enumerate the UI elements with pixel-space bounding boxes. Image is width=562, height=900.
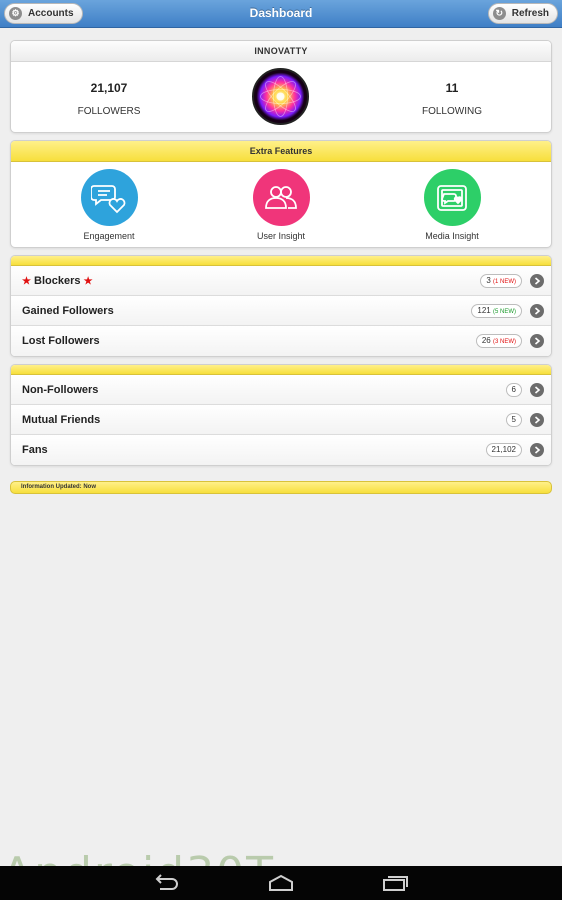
chevron-right-icon bbox=[530, 274, 544, 288]
media-insight-label: Media Insight bbox=[425, 231, 479, 241]
list-item-non-followers[interactable]: Non-Followers 6 bbox=[11, 375, 551, 405]
chevron-right-icon bbox=[530, 383, 544, 397]
chat-heart-icon bbox=[80, 169, 138, 226]
count-badge: 26 (3 NEW) bbox=[475, 334, 522, 348]
followers-stat[interactable]: 21,107 FOLLOWERS bbox=[49, 81, 169, 117]
engagement-label: Engagement bbox=[83, 231, 135, 241]
user-insight-label: User Insight bbox=[256, 231, 306, 241]
badge-new: (3 NEW) bbox=[493, 339, 516, 345]
following-label: FOLLOWING bbox=[421, 106, 482, 117]
non-followers-label: Non-Followers bbox=[22, 384, 99, 396]
refresh-label: Refresh bbox=[511, 8, 549, 19]
info-updated-bar: Information Updated: Now bbox=[10, 481, 552, 494]
extra-features-title: Extra Features bbox=[11, 141, 551, 162]
list-item-blockers[interactable]: ★ Blockers ★ 3 (1 NEW) bbox=[11, 266, 551, 296]
followers-list-group: ★ Blockers ★ 3 (1 NEW) Gained Followers … bbox=[10, 255, 552, 357]
chevron-right-icon bbox=[530, 443, 544, 457]
following-stat[interactable]: 11 FOLLOWING bbox=[392, 81, 512, 117]
refresh-icon: ↻ bbox=[492, 7, 506, 20]
profile-card: INNOVATTY 21,107 FOLLOWERS 11 FOLLOWING bbox=[10, 40, 552, 133]
blockers-text: Blockers bbox=[34, 275, 81, 287]
list-item-lost-followers[interactable]: Lost Followers 26 (3 NEW) bbox=[11, 326, 551, 356]
system-nav-bar bbox=[0, 866, 562, 900]
username: INNOVATTY bbox=[11, 41, 551, 62]
star-icon: ★ bbox=[22, 276, 31, 287]
count-badge: 5 bbox=[505, 413, 522, 427]
followers-count: 21,107 bbox=[90, 81, 128, 95]
followers-label: FOLLOWERS bbox=[77, 106, 141, 117]
group-header-band bbox=[11, 256, 551, 266]
count-badge: 3 (1 NEW) bbox=[480, 274, 522, 288]
avatar bbox=[252, 68, 309, 125]
media-insight-feature[interactable]: Media Insight bbox=[392, 169, 512, 241]
count-badge: 121 (5 NEW) bbox=[471, 304, 522, 318]
chevron-right-icon bbox=[530, 413, 544, 427]
group-header-band bbox=[11, 365, 551, 375]
users-icon bbox=[252, 169, 310, 226]
list-item-fans[interactable]: Fans 21,102 bbox=[11, 435, 551, 465]
badge-new: (5 NEW) bbox=[493, 309, 516, 315]
refresh-button[interactable]: ↻ Refresh bbox=[487, 3, 558, 24]
user-insight-feature[interactable]: User Insight bbox=[221, 169, 341, 241]
extra-features-card: Extra Features Engagement User Insight M… bbox=[10, 140, 552, 248]
gained-followers-label: Gained Followers bbox=[22, 305, 114, 317]
star-icon: ★ bbox=[83, 276, 93, 287]
count-badge: 6 bbox=[505, 383, 522, 397]
page-title: Dashboard bbox=[249, 6, 313, 20]
count-badge: 21,102 bbox=[485, 443, 522, 457]
list-item-mutual-friends[interactable]: Mutual Friends 5 bbox=[11, 405, 551, 435]
mutual-friends-label: Mutual Friends bbox=[22, 414, 101, 426]
engagement-feature[interactable]: Engagement bbox=[49, 169, 169, 241]
badge-count: 121 bbox=[477, 306, 491, 315]
fans-label: Fans bbox=[22, 444, 48, 456]
chevron-right-icon bbox=[530, 304, 544, 318]
blockers-label: ★ Blockers ★ bbox=[22, 275, 93, 287]
back-icon[interactable] bbox=[152, 874, 180, 897]
relationships-list-group: Non-Followers 6 Mutual Friends 5 Fans 21… bbox=[10, 364, 552, 466]
list-item-gained-followers[interactable]: Gained Followers 121 (5 NEW) bbox=[11, 296, 551, 326]
chevron-right-icon bbox=[530, 334, 544, 348]
action-bar: ⚙ Accounts Dashboard ↻ Refresh bbox=[0, 0, 562, 28]
badge-count: 3 bbox=[486, 276, 491, 285]
lost-followers-label: Lost Followers bbox=[22, 335, 100, 347]
recent-apps-icon[interactable] bbox=[382, 874, 408, 897]
badge-count: 26 bbox=[481, 336, 491, 345]
picture-frame-icon bbox=[423, 169, 481, 226]
badge-new: (1 NEW) bbox=[493, 279, 516, 285]
home-icon[interactable] bbox=[268, 874, 294, 897]
following-count: 11 bbox=[445, 81, 459, 95]
